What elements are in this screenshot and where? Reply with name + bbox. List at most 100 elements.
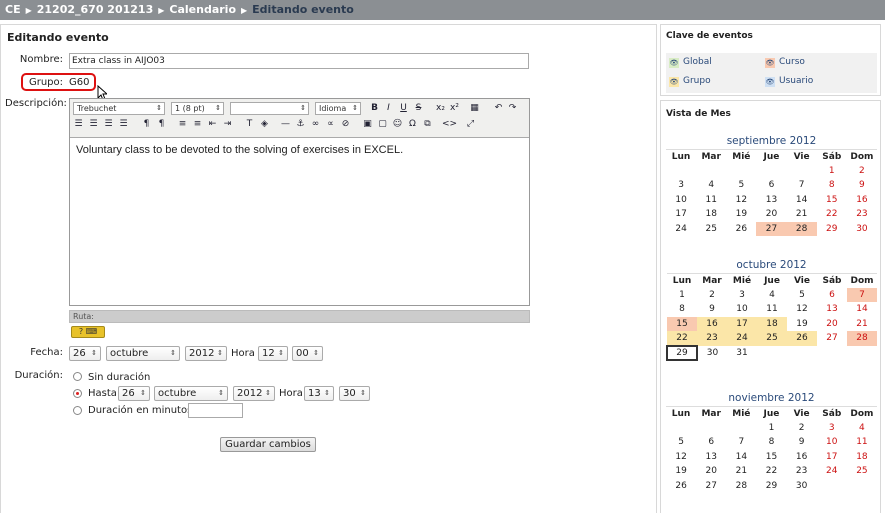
calendar-day[interactable]: 13 [696, 450, 726, 465]
legend-global[interactable]: 👁 Global [669, 57, 712, 68]
calendar-day[interactable]: 14 [847, 302, 877, 317]
calendar-day[interactable]: 16 [697, 316, 727, 331]
calendar-day[interactable]: 3 [817, 421, 847, 436]
duration-none-radio[interactable] [73, 372, 82, 381]
format-select[interactable]: ⇕ [230, 102, 309, 115]
nolink-icon[interactable]: ⊘ [339, 118, 352, 131]
calendar-day[interactable]: 4 [696, 178, 726, 193]
legend-group[interactable]: 👁 Grupo [669, 76, 711, 87]
calendar-day[interactable]: 7 [787, 178, 817, 193]
calendar-day[interactable]: 16 [847, 193, 877, 208]
duration-minutes-radio[interactable] [73, 406, 82, 415]
calendar-day[interactable]: 19 [787, 317, 817, 332]
calendar-day[interactable]: 1 [817, 164, 847, 179]
anchor-icon[interactable]: ⚓ [294, 118, 307, 131]
calendar-day[interactable]: 4 [757, 288, 787, 303]
undo-icon[interactable]: ↶ [492, 102, 505, 115]
calendar-day[interactable]: 21 [787, 207, 817, 222]
calendar-day[interactable]: 14 [726, 450, 756, 465]
calendar-month-title[interactable]: noviembre 2012 [666, 390, 877, 406]
date-year-select[interactable]: 2012 ⇕ [185, 346, 227, 361]
calendar-day[interactable]: 22 [667, 331, 697, 346]
calendar-day[interactable]: 17 [817, 450, 847, 465]
calendar-day[interactable]: 28 [847, 331, 877, 346]
calendar-day[interactable]: 23 [847, 207, 877, 222]
description-textarea[interactable]: Voluntary class to be devoted to the sol… [70, 137, 529, 305]
rtl-icon[interactable]: ¶ [155, 118, 168, 131]
calendar-day[interactable]: 21 [726, 464, 756, 479]
calendar-day[interactable]: 26 [787, 331, 817, 346]
align-right-icon[interactable]: ☰ [102, 118, 115, 131]
duration-minutes-input[interactable] [188, 403, 243, 418]
calendar-day[interactable]: 25 [847, 464, 877, 479]
calendar-day[interactable]: 30 [697, 346, 727, 361]
calendar-month-title[interactable]: octubre 2012 [666, 257, 877, 273]
subscript-icon[interactable]: x₂ [434, 102, 447, 115]
calendar-day[interactable]: 16 [787, 450, 817, 465]
calendar-day[interactable]: 7 [847, 287, 877, 302]
calendar-day[interactable]: 12 [726, 193, 756, 208]
calendar-day[interactable]: 1 [756, 421, 786, 436]
background-color-icon[interactable]: ◈ [258, 118, 271, 131]
breadcrumb-course[interactable]: 21202_670 201213 [37, 3, 153, 16]
until-minute-select[interactable]: 30 ⇕ [339, 386, 370, 401]
calendar-day[interactable]: 30 [787, 479, 817, 494]
calendar-day[interactable]: 27 [756, 221, 787, 236]
calendar-day[interactable]: 5 [726, 178, 756, 193]
calendar-day[interactable]: 9 [787, 435, 817, 450]
paste-word-icon[interactable]: ▦ [468, 102, 481, 115]
breadcrumb-home[interactable]: CE [5, 3, 21, 16]
until-hour-select[interactable]: 13 ⇕ [304, 386, 334, 401]
calendar-day[interactable]: 18 [696, 207, 726, 222]
until-day-select[interactable]: 26 ⇕ [118, 386, 150, 401]
calendar-day[interactable]: 27 [696, 479, 726, 494]
calendar-day[interactable]: 8 [667, 302, 697, 317]
fullscreen-icon[interactable]: ⤢ [464, 118, 477, 131]
calendar-day[interactable]: 20 [817, 317, 847, 332]
calendar-day[interactable]: 11 [847, 435, 877, 450]
calendar-day[interactable]: 3 [666, 178, 696, 193]
calendar-day[interactable]: 17 [666, 207, 696, 222]
save-changes-button[interactable]: Guardar cambios [220, 437, 316, 452]
legend-course[interactable]: 👁 Curso [765, 57, 805, 68]
calendar-day[interactable]: 17 [727, 316, 757, 331]
redo-icon[interactable]: ↷ [506, 102, 519, 115]
italic-button[interactable]: I [382, 102, 395, 115]
calendar-day[interactable]: 29 [817, 222, 847, 237]
calendar-day[interactable]: 5 [666, 435, 696, 450]
calendar-day[interactable]: 10 [817, 435, 847, 450]
calendar-day[interactable]: 26 [666, 479, 696, 494]
link-icon[interactable]: ∞ [309, 118, 322, 131]
ltr-icon[interactable]: ¶ [140, 118, 153, 131]
calendar-day[interactable]: 28 [726, 479, 756, 494]
calendar-day[interactable]: 5 [787, 288, 817, 303]
calendar-day[interactable]: 23 [787, 464, 817, 479]
unordered-list-icon[interactable]: ≡ [191, 118, 204, 131]
calendar-day[interactable]: 4 [847, 421, 877, 436]
calendar-day[interactable]: 12 [787, 302, 817, 317]
calendar-day[interactable]: 3 [727, 288, 757, 303]
calendar-day[interactable]: 15 [756, 450, 786, 465]
calendar-day[interactable]: 1 [667, 288, 697, 303]
calendar-day[interactable]: 19 [666, 464, 696, 479]
calendar-day[interactable]: 31 [727, 346, 757, 361]
calendar-day[interactable]: 18 [847, 450, 877, 465]
date-hour-select[interactable]: 12 ⇕ [258, 346, 288, 361]
calendar-day[interactable]: 8 [756, 435, 786, 450]
date-month-select[interactable]: octubre ⇕ [106, 346, 180, 361]
name-input[interactable] [69, 53, 529, 69]
text-color-icon[interactable]: T [243, 118, 256, 131]
calendar-day[interactable]: 25 [696, 222, 726, 237]
indent-icon[interactable]: ⇥ [221, 118, 234, 131]
insert-table-icon[interactable]: ▢ [376, 118, 389, 131]
superscript-icon[interactable]: x² [448, 102, 461, 115]
calendar-day[interactable]: 24 [666, 222, 696, 237]
calendar-day[interactable]: 13 [756, 193, 786, 208]
align-justify-icon[interactable]: ☰ [117, 118, 130, 131]
calendar-day[interactable]: 29 [666, 344, 698, 361]
calendar-day[interactable]: 2 [847, 164, 877, 179]
calendar-day[interactable]: 21 [847, 317, 877, 332]
calendar-day[interactable]: 18 [757, 316, 787, 331]
duration-until-radio[interactable] [73, 389, 82, 398]
calendar-day[interactable]: 26 [726, 222, 756, 237]
